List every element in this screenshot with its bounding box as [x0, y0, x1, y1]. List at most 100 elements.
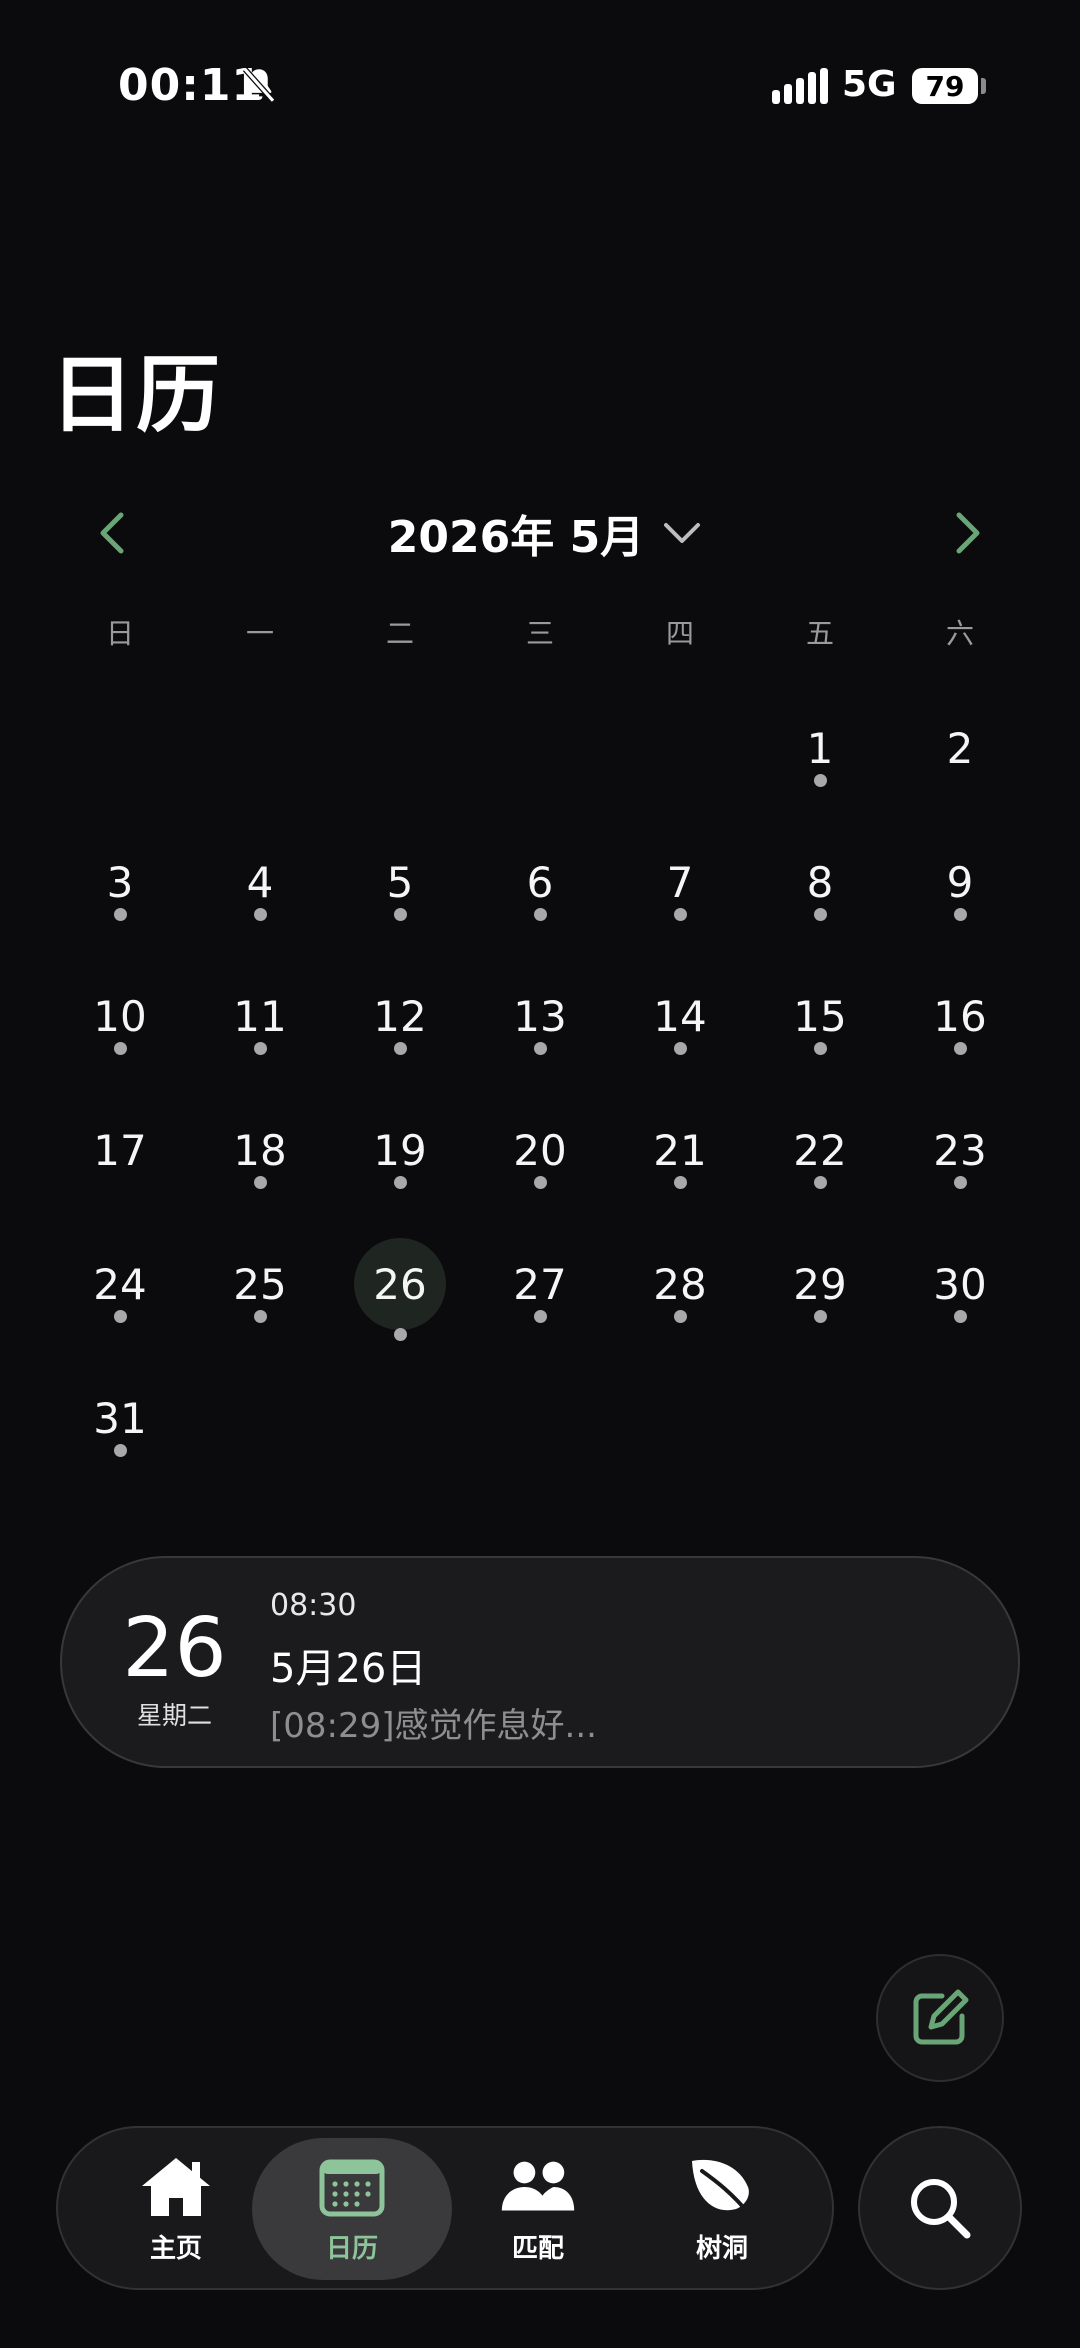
entry-dot-indicator: [953, 1310, 967, 1323]
day-cell[interactable]: 14: [610, 950, 750, 1084]
entry-dot-indicator: [253, 908, 267, 921]
day-cell[interactable]: 20: [470, 1084, 610, 1218]
chevron-left-icon: [100, 512, 124, 554]
day-cell[interactable]: 5: [330, 816, 470, 950]
day-cell[interactable]: 11: [190, 950, 330, 1084]
calendar-grid: 1 2 3 4 5 6 7 8 9 10 11 12 13 14 15 16 17 18 19 20 21 22 23 24 2…: [50, 682, 1030, 1486]
day-number: 26: [354, 1238, 446, 1330]
entry-dot-indicator: [113, 1310, 127, 1323]
entry-dot-indicator: [813, 908, 827, 921]
entry-dot-indicator: [673, 908, 687, 921]
search-button[interactable]: [858, 2126, 1022, 2290]
bell-muted-icon: [242, 67, 276, 103]
entry-dot-indicator: [253, 1042, 267, 1055]
diary-entry-card[interactable]: 26 星期二 08:30 5月26日 [08:29]感觉作息好...: [60, 1556, 1020, 1768]
day-cell[interactable]: 8: [750, 816, 890, 950]
day-cell[interactable]: 27: [470, 1218, 610, 1352]
entry-dot-indicator: [953, 1176, 967, 1189]
entry-dot-indicator: [393, 1176, 407, 1189]
day-cell[interactable]: 18: [190, 1084, 330, 1218]
day-cell[interactable]: 7: [610, 816, 750, 950]
signal-icon: [772, 68, 828, 104]
day-cell[interactable]: 9: [890, 816, 1030, 950]
weekday-label: 一: [245, 617, 274, 650]
day-cell[interactable]: 30: [890, 1218, 1030, 1352]
calendar-icon: [314, 2154, 390, 2220]
weekday-label: 五: [805, 617, 834, 650]
tab-label: 日历: [325, 2233, 378, 2264]
empty-day-cell: [330, 682, 470, 816]
day-cell[interactable]: 19: [330, 1084, 470, 1218]
entry-dot-indicator: [533, 1042, 547, 1055]
tab-label: 匹配: [511, 2233, 564, 2264]
entry-dot-indicator: [113, 1042, 127, 1055]
entry-dot-indicator: [113, 1444, 127, 1457]
entry-title: 5月26日: [270, 1646, 427, 1692]
entry-dot-indicator: [813, 1310, 827, 1323]
people-icon: [500, 2154, 576, 2220]
home-icon: [138, 2154, 214, 2220]
tab-calendar[interactable]: 日历: [252, 2138, 452, 2280]
weekday-label: 二: [385, 617, 414, 650]
day-cell[interactable]: 22: [750, 1084, 890, 1218]
tab-treehole[interactable]: 树洞: [622, 2138, 822, 2280]
entry-dot-indicator: [533, 1176, 547, 1189]
month-label: 2026年 5月: [387, 512, 645, 563]
empty-day-cell: [50, 682, 190, 816]
calendar-screen: 00:11 5G 79 日历 2026年 5月 日 一 二 三 四 五 六 1 …: [0, 0, 1080, 2348]
day-cell[interactable]: 2: [890, 682, 1030, 816]
day-cell[interactable]: 4: [190, 816, 330, 950]
day-cell[interactable]: 24: [50, 1218, 190, 1352]
day-cell[interactable]: 3: [50, 816, 190, 950]
empty-day-cell: [190, 682, 330, 816]
day-cell[interactable]: 15: [750, 950, 890, 1084]
battery-icon: 79: [912, 68, 978, 104]
entry-dot-indicator: [393, 1042, 407, 1055]
tab-label: 主页: [149, 2233, 202, 2264]
chevron-down-icon: [664, 523, 701, 543]
tab-match[interactable]: 匹配: [438, 2138, 638, 2280]
day-cell[interactable]: 28: [610, 1218, 750, 1352]
entry-dot-indicator: [813, 1176, 827, 1189]
entry-dot-indicator: [953, 1042, 967, 1055]
day-cell[interactable]: 17: [50, 1084, 190, 1218]
month-selector[interactable]: 2026年 5月: [380, 500, 710, 566]
entry-dot-indicator: [253, 1176, 267, 1189]
entry-time: 08:30: [270, 1588, 357, 1623]
battery-tip: [981, 78, 986, 94]
day-cell-selected[interactable]: 26: [330, 1218, 470, 1352]
entry-day-number: 26: [122, 1601, 227, 1696]
empty-day-cell: [470, 682, 610, 816]
entry-weekday: 星期二: [136, 1701, 212, 1730]
entry-dot-indicator: [393, 908, 407, 921]
page-title: 日历: [50, 346, 223, 444]
weekday-label: 六: [945, 617, 974, 650]
day-cell[interactable]: 10: [50, 950, 190, 1084]
empty-day-cell: [610, 682, 750, 816]
day-cell[interactable]: 25: [190, 1218, 330, 1352]
tab-home[interactable]: 主页: [76, 2138, 276, 2280]
day-cell[interactable]: 31: [50, 1352, 190, 1486]
day-cell[interactable]: 6: [470, 816, 610, 950]
day-cell[interactable]: 23: [890, 1084, 1030, 1218]
search-icon: [911, 2179, 971, 2239]
day-cell[interactable]: 13: [470, 950, 610, 1084]
weekday-header: 日一二三四五六: [50, 612, 1030, 652]
chevron-right-icon: [956, 512, 980, 554]
entry-dot-indicator: [953, 908, 967, 921]
status-bar: 00:11 5G 79: [0, 0, 1080, 130]
day-cell[interactable]: 1: [750, 682, 890, 816]
new-entry-button[interactable]: [876, 1954, 1004, 2082]
day-cell[interactable]: 29: [750, 1218, 890, 1352]
previous-month-button[interactable]: [84, 505, 140, 561]
entry-dot-indicator: [533, 908, 547, 921]
day-cell[interactable]: 21: [610, 1084, 750, 1218]
entry-dot-indicator: [813, 774, 827, 787]
day-cell[interactable]: 12: [330, 950, 470, 1084]
weekday-label: 四: [665, 617, 694, 650]
next-month-button[interactable]: [940, 505, 996, 561]
day-number: 17: [93, 1125, 147, 1175]
entry-dot-indicator: [673, 1310, 687, 1323]
day-cell[interactable]: 16: [890, 950, 1030, 1084]
weekday-label: 日: [105, 617, 134, 650]
